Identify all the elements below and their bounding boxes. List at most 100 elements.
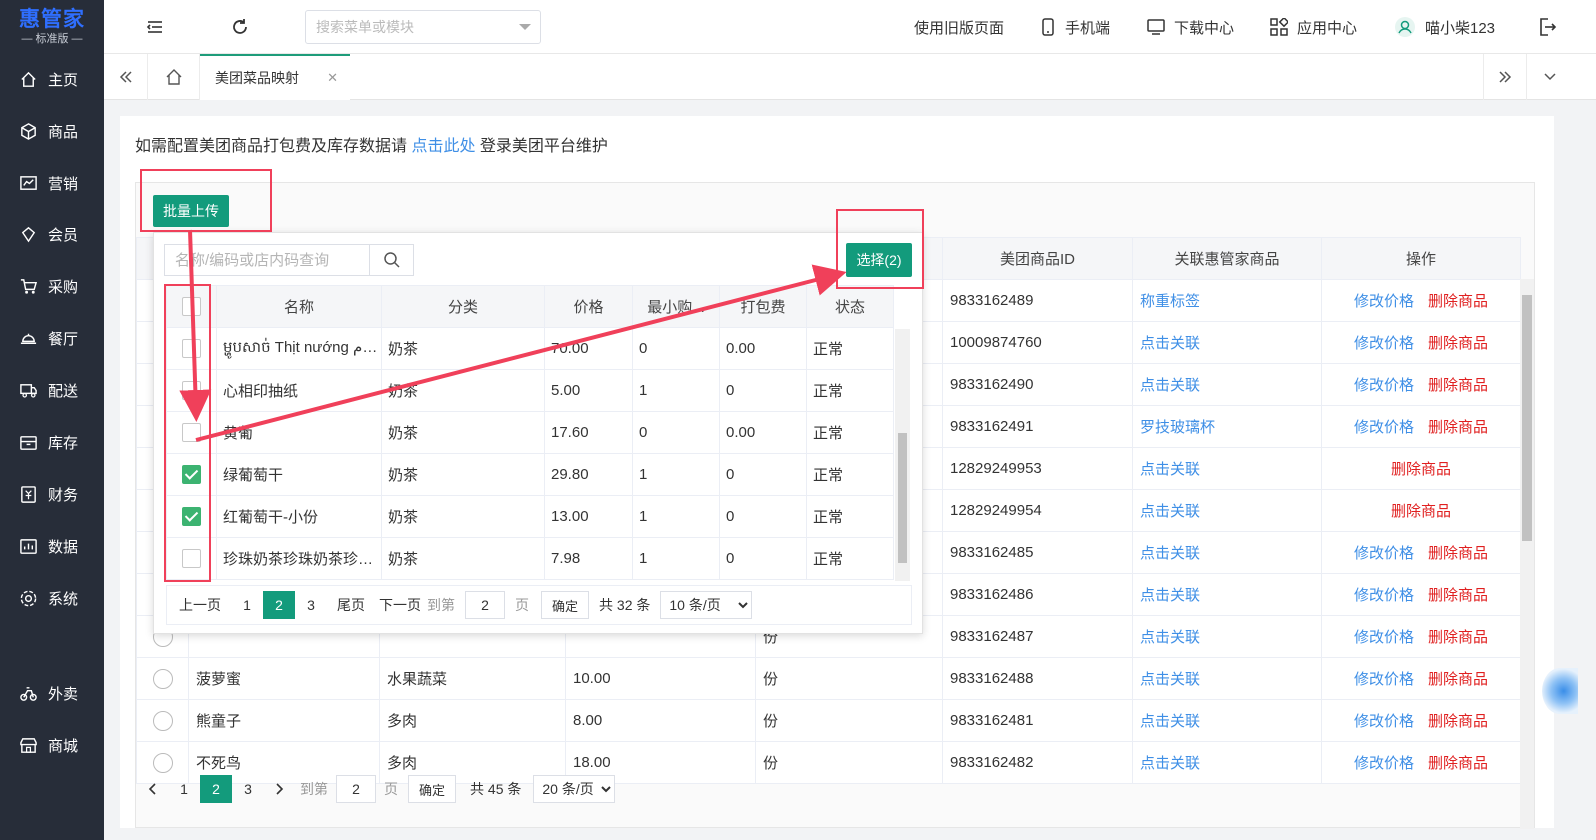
assistant-float-icon[interactable] — [1542, 668, 1578, 714]
checkbox[interactable] — [182, 423, 201, 442]
search-dropdown-icon[interactable] — [519, 24, 531, 30]
scrollbar-thumb[interactable] — [1522, 295, 1532, 541]
picker-page-number[interactable]: 2 — [263, 591, 295, 619]
page-number[interactable]: 1 — [168, 775, 200, 803]
linked-product-link[interactable]: 点击关联 — [1140, 587, 1200, 604]
sidebar-item-12[interactable]: 商城 — [0, 727, 104, 763]
row-radio[interactable] — [152, 668, 173, 689]
user-menu[interactable]: 喵小柴123 — [1394, 16, 1495, 38]
tab-meituan-mapping[interactable]: 美团菜品映射 ✕ — [200, 54, 350, 100]
checkbox[interactable] — [182, 339, 201, 358]
picker-prev-page[interactable]: 上一页 — [179, 595, 221, 615]
delete-product-link[interactable]: 删除商品 — [1428, 713, 1488, 730]
picker-row[interactable]: ម្ហូបសាច់ Thịt nướng طعام奶茶70.0000.00正常 — [166, 327, 894, 370]
old-page-link[interactable]: 使用旧版页面 — [914, 16, 1004, 38]
sidebar-item-5[interactable]: 餐厅 — [0, 320, 104, 356]
linked-product-link[interactable]: 点击关联 — [1140, 335, 1200, 352]
sidebar-item-10[interactable]: 系统 — [0, 580, 104, 616]
delete-product-link[interactable]: 删除商品 — [1428, 755, 1488, 772]
sidebar-item-6[interactable]: 配送 — [0, 372, 104, 408]
goto-confirm-button[interactable]: 确定 — [408, 775, 457, 803]
linked-product-link[interactable]: 点击关联 — [1140, 713, 1200, 730]
linked-product-link[interactable]: 点击关联 — [1140, 545, 1200, 562]
picker-row[interactable]: 红葡萄干-小份 奶茶 13.00 1 0 正常 — [166, 495, 894, 538]
delete-product-link[interactable]: 删除商品 — [1391, 503, 1451, 520]
linked-product-link[interactable]: 称重标签 — [1140, 293, 1200, 310]
mobile-link[interactable]: 手机端 — [1040, 16, 1110, 38]
refresh-icon[interactable] — [229, 16, 251, 38]
edit-price-link[interactable]: 修改价格 — [1354, 755, 1414, 772]
row-radio[interactable] — [152, 710, 173, 731]
sidebar-item-11[interactable]: 外卖 — [0, 675, 104, 711]
prev-page-icon[interactable] — [136, 775, 168, 803]
checkbox[interactable] — [182, 381, 201, 400]
menu-toggle-icon[interactable] — [144, 16, 166, 38]
linked-product-link[interactable]: 点击关联 — [1140, 629, 1200, 646]
delete-product-link[interactable]: 删除商品 — [1428, 629, 1488, 646]
table-scrollbar[interactable] — [1520, 279, 1534, 829]
edit-price-link[interactable]: 修改价格 — [1354, 671, 1414, 688]
edit-price-link[interactable]: 修改价格 — [1354, 587, 1414, 604]
picker-scrollbar-thumb[interactable] — [898, 433, 907, 563]
delete-product-link[interactable]: 删除商品 — [1428, 335, 1488, 352]
linked-product-link[interactable]: 点击关联 — [1140, 461, 1200, 478]
sidebar-item-0[interactable]: 主页 — [0, 61, 104, 97]
sidebar-item-4[interactable]: 采购 — [0, 268, 104, 304]
edit-price-link[interactable]: 修改价格 — [1354, 419, 1414, 436]
delete-product-link[interactable]: 删除商品 — [1428, 587, 1488, 604]
delete-product-link[interactable]: 删除商品 — [1428, 671, 1488, 688]
delete-product-link[interactable]: 删除商品 — [1428, 293, 1488, 310]
notice-link[interactable]: 点击此处 — [411, 138, 475, 155]
picker-row[interactable]: 黄葡 奶茶 17.60 0 0.00 正常 — [166, 411, 894, 454]
picker-next-page[interactable]: 下一页 — [379, 595, 421, 615]
menu-search-input[interactable]: 搜索菜单或模块 — [305, 10, 541, 44]
edit-price-link[interactable]: 修改价格 — [1354, 545, 1414, 562]
delete-product-link[interactable]: 删除商品 — [1391, 461, 1451, 478]
page-number[interactable]: 2 — [200, 775, 232, 803]
sidebar-item-7[interactable]: 库存 — [0, 424, 104, 460]
picker-scrollbar[interactable] — [895, 329, 910, 581]
picker-row[interactable]: 珍珠奶茶珍珠奶茶珍珠奶茶奶茶7.9810正常 — [166, 537, 894, 580]
select-confirm-button[interactable]: 选择(2) — [846, 243, 912, 277]
sidebar-item-2[interactable]: 营销 — [0, 165, 104, 201]
picker-row[interactable]: 绿葡萄干 奶茶 29.80 1 0 正常 — [166, 453, 894, 496]
linked-product-link[interactable]: 点击关联 — [1140, 377, 1200, 394]
delete-product-link[interactable]: 删除商品 — [1428, 545, 1488, 562]
download-center-link[interactable]: 下载中心 — [1147, 16, 1234, 38]
picker-page-number[interactable]: 3 — [295, 591, 327, 619]
picker-page-number[interactable]: 1 — [231, 591, 263, 619]
linked-product-link[interactable]: 点击关联 — [1140, 503, 1200, 520]
delete-product-link[interactable]: 删除商品 — [1428, 377, 1488, 394]
edit-price-link[interactable]: 修改价格 — [1354, 629, 1414, 646]
picker-goto-input[interactable] — [465, 591, 505, 619]
product-search-button[interactable] — [369, 244, 414, 276]
close-icon[interactable]: ✕ — [327, 70, 338, 86]
app-center-link[interactable]: 应用中心 — [1270, 16, 1357, 38]
sidebar-item-9[interactable]: 数据 — [0, 528, 104, 564]
tabs-menu-button[interactable] — [1527, 54, 1573, 100]
sidebar-item-3[interactable]: 会员 — [0, 216, 104, 252]
linked-product-link[interactable]: 罗技玻璃杯 — [1140, 419, 1215, 436]
picker-page-size-select[interactable]: 10 条/页 — [660, 591, 753, 619]
checked-checkbox[interactable] — [182, 465, 201, 484]
edit-price-link[interactable]: 修改价格 — [1354, 713, 1414, 730]
page-size-select[interactable]: 20 条/页 — [533, 775, 616, 803]
edit-price-link[interactable]: 修改价格 — [1354, 293, 1414, 310]
sidebar-item-1[interactable]: 商品 — [0, 113, 104, 149]
tabs-scroll-right-button[interactable] — [1483, 54, 1527, 100]
sidebar-item-8[interactable]: 财务 — [0, 476, 104, 512]
edit-price-link[interactable]: 修改价格 — [1354, 335, 1414, 352]
edit-price-link[interactable]: 修改价格 — [1354, 377, 1414, 394]
delete-product-link[interactable]: 删除商品 — [1428, 419, 1488, 436]
select-all-checkbox[interactable] — [182, 297, 201, 316]
logout-icon[interactable] — [1536, 16, 1558, 38]
picker-row[interactable]: 心相印抽纸 奶茶 5.00 1 0 正常 — [166, 369, 894, 412]
product-search-input[interactable] — [164, 244, 370, 276]
checkbox[interactable] — [182, 549, 201, 568]
page-number[interactable]: 3 — [232, 775, 264, 803]
picker-last-page[interactable]: 尾页 — [337, 595, 365, 615]
tabs-scroll-left-button[interactable] — [104, 54, 148, 100]
picker-goto-confirm[interactable]: 确定 — [541, 591, 590, 619]
linked-product-link[interactable]: 点击关联 — [1140, 671, 1200, 688]
checked-checkbox[interactable] — [182, 507, 201, 526]
